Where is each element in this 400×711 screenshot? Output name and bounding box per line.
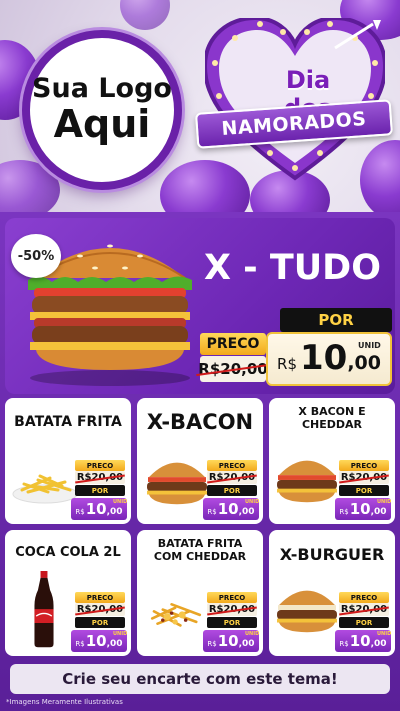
product-card[interactable]: X-BACON PRECO R$20,00 POR R$ 10,00 UNID [137,398,263,524]
product-title: X-BURGUER [279,545,385,564]
product-por-label: POR [339,617,389,628]
disclaimer: *Imagens Meramente Ilustrativas [6,698,123,706]
product-preco-label: PRECO [207,592,257,603]
product-por-label: POR [75,485,125,496]
product-old-price-text: R$20,00 [340,472,388,483]
product-price-int: 10 [85,500,107,518]
product-price-int: 10 [349,500,371,518]
product-preco-label: PRECO [339,592,389,603]
product-title: BATATA FRITA [14,414,122,430]
product-old-price: R$20,00 [75,471,125,484]
product-old-price-text: R$20,00 [208,472,256,483]
product-por-label: POR [207,617,257,628]
cheddar-fries-icon [145,592,207,640]
product-price-dec: ,00 [238,507,255,517]
product-price-dec: ,00 [106,639,123,649]
product-por-label: POR [207,485,257,496]
product-card[interactable]: X BACON E CHEDDAR PRECO R$20,00 POR R$ 10,00 U… [269,398,395,524]
featured-por-label: POR [280,308,392,332]
product-price-dec: ,00 [370,639,387,649]
discount-badge: -50% [11,234,61,278]
product-currency: R$ [207,508,217,516]
cola-bottle-icon [31,570,57,654]
cta-button[interactable]: Crie seu encarte com este tema! [10,664,390,694]
product-old-price: R$20,00 [207,603,257,616]
product-price-int: 10 [217,632,239,650]
product-currency: R$ [75,640,85,648]
featured-unit: UNID [358,341,381,350]
featured-price-int: 10 [299,338,348,378]
product-preco-label: PRECO [75,592,125,603]
product-preco-label: PRECO [339,460,389,471]
logo-line1: Sua Logo [32,73,172,105]
product-old-price-text: R$20,00 [208,604,256,615]
product-old-price: R$20,00 [339,471,389,484]
product-card[interactable]: X-BURGUER PRECO R$20,00 POR R$ 10,00 UNID [269,530,395,656]
product-card[interactable]: BATATA FRITA PRECO R$20,00 POR R$ 10,00 UNID [5,398,131,524]
product-unit: UNID [377,631,392,637]
heart-balloon-decoration [120,0,170,30]
product-price-int: 10 [349,632,371,650]
featured-old-price-text: R$20,00 [198,360,268,378]
product-por-label: POR [75,617,125,628]
product-unit: UNID [377,499,392,505]
product-unit: UNID [113,499,128,505]
product-old-price: R$20,00 [339,603,389,616]
product-currency: R$ [339,508,349,516]
product-old-price-text: R$20,00 [76,472,124,483]
product-title: COCA COLA 2L [15,545,121,560]
featured-preco-label: PRECO [200,333,266,355]
product-currency: R$ [207,640,217,648]
burger-icon [273,580,341,642]
product-card[interactable]: COCA COLA 2L PRECO R$20,00 POR R$ 10,00 UNID [5,530,131,656]
product-preco-label: PRECO [207,460,257,471]
product-old-price: R$20,00 [207,471,257,484]
product-old-price-text: R$20,00 [76,604,124,615]
featured-currency: R$ [277,355,297,373]
product-unit: UNID [245,499,260,505]
logo-placeholder: Sua Logo Aqui [22,30,182,190]
fries-icon [10,456,80,510]
featured-old-price: R$20,00 [198,356,268,382]
product-old-price-text: R$20,00 [340,604,388,615]
product-card[interactable]: BATATA FRITA COM CHEDDAR PRECO R$20,00 POR R… [137,530,263,656]
featured-price-dec: ,00 [347,352,381,374]
product-price-dec: ,00 [238,639,255,649]
product-price-dec: ,00 [106,507,123,517]
product-currency: R$ [339,640,349,648]
product-unit: UNID [113,631,128,637]
product-price-int: 10 [217,500,239,518]
product-title: X-BACON [146,410,254,434]
product-preco-label: PRECO [75,460,125,471]
bacon-burger-icon [143,452,211,514]
theme-title-line2: NAMORADOS [220,107,368,141]
product-old-price: R$20,00 [75,603,125,616]
cheddar-burger-icon [273,450,341,512]
product-price-int: 10 [85,632,107,650]
featured-title: X - TUDO [204,248,381,288]
product-por-label: POR [339,485,389,496]
logo-line2: Aqui [53,101,151,146]
product-currency: R$ [75,508,85,516]
product-price-dec: ,00 [370,507,387,517]
product-title: X BACON E CHEDDAR [298,405,366,431]
product-title: BATATA FRITA COM CHEDDAR [153,537,247,563]
product-unit: UNID [245,631,260,637]
